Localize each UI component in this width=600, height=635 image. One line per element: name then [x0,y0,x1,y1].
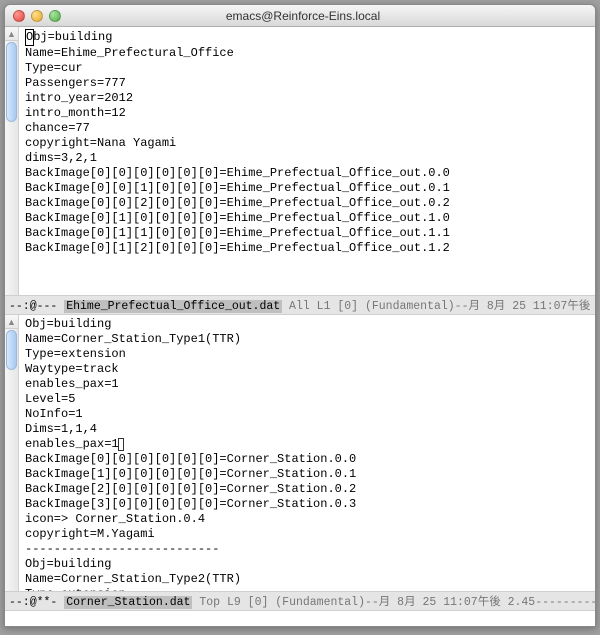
buffer-line: BackImage[0][1][0][0][0][0]=Ehime_Prefec… [25,211,450,226]
minibuffer[interactable] [5,611,595,626]
buffer-line: copyright=M.Yagami [25,527,591,542]
buffer-line: BackImage[0][1][1][0][0][0]=Ehime_Prefec… [25,226,450,241]
buffer-line: Obj=building [25,29,450,46]
buffer-line: Passengers=777 [25,76,450,91]
traffic-lights [13,10,61,22]
buffer-line: BackImage[0][0][1][0][0][0]=Ehime_Prefec… [25,181,450,196]
buffer-line: icon=> Corner_Station.0.4 [25,512,591,527]
modeline-filename-bottom: Corner_Station.dat [64,596,192,609]
buffer-line: intro_year=2012 [25,91,450,106]
buffer-line: BackImage[3][0][0][0][0][0]=Corner_Stati… [25,497,591,512]
buffer-line: enables_pax=1 [25,377,591,392]
scroll-up-icon[interactable]: ▲ [5,27,18,41]
buffer-line: BackImage[1][0][0][0][0][0]=Corner_Stati… [25,467,591,482]
buffer-line: Name=Corner_Station_Type2(TTR) [25,572,591,587]
buffer-line: Obj=building [25,317,591,332]
buffer-line: BackImage[0][0][2][0][0][0]=Ehime_Prefec… [25,196,450,211]
buffer-line: Obj=building [25,557,591,572]
buffer-line: Level=5 [25,392,591,407]
emacs-window: emacs@Reinforce-Eins.local ▲ Obj=buildin… [4,4,596,627]
modeline-left: --:@--- [9,300,64,313]
scrollbar-top[interactable]: ▲ [5,27,19,295]
buffer-line: Dims=1,1,4 [25,422,591,437]
point-cursor: O [25,29,34,46]
buffer-line: Name=Ehime_Prefectural_Office [25,46,450,61]
buffer-top[interactable]: Obj=buildingName=Ehime_Prefectural_Offic… [19,27,454,295]
minimize-icon[interactable] [31,10,43,22]
buffer-bottom[interactable]: Obj=buildingName=Corner_Station_Type1(TT… [19,315,595,591]
scroll-thumb-top[interactable] [6,42,17,122]
titlebar[interactable]: emacs@Reinforce-Eins.local [5,5,595,27]
modeline-right: Top L9 [0] (Fundamental)--月 8月 25 11:07午… [192,596,595,609]
modeline-bottom[interactable]: --:@**- Corner_Station.dat Top L9 [0] (F… [5,591,595,611]
buffer-line: BackImage[2][0][0][0][0][0]=Corner_Stati… [25,482,591,497]
scroll-up-icon[interactable]: ▲ [5,315,18,329]
zoom-icon[interactable] [49,10,61,22]
modeline-top[interactable]: --:@--- Ehime_Prefectual_Office_out.dat … [5,295,595,315]
buffer-line: intro_month=12 [25,106,450,121]
window-title: emacs@Reinforce-Eins.local [69,9,537,23]
buffer-line: Type=extension [25,347,591,362]
close-icon[interactable] [13,10,25,22]
modeline-left: --:@**- [9,596,64,609]
modeline-right: All L1 [0] (Fundamental)--月 8月 25 11:07午… [282,300,595,313]
buffer-line: BackImage[0][1][2][0][0][0]=Ehime_Prefec… [25,241,450,256]
buffer-line: --------------------------- [25,542,591,557]
modeline-filename-top: Ehime_Prefectual_Office_out.dat [64,300,282,313]
buffer-line: dims=3,2,1 [25,151,450,166]
buffer-line: copyright=Nana Yagami [25,136,450,151]
scroll-thumb-bottom[interactable] [6,330,17,370]
buffer-line: Name=Corner_Station_Type1(TTR) [25,332,591,347]
buffer-line: BackImage[0][0][0][0][0][0]=Ehime_Prefec… [25,166,450,181]
scrollbar-bottom[interactable]: ▲ [5,315,19,591]
buffer-line: NoInfo=1 [25,407,591,422]
buffer-line: chance=77 [25,121,450,136]
buffer-line: enables_pax=1 [25,437,591,452]
buffer-line: Type=cur [25,61,450,76]
point-cursor [118,438,124,451]
buffer-line: Waytype=track [25,362,591,377]
buffer-line: BackImage[0][0][0][0][0][0]=Corner_Stati… [25,452,591,467]
